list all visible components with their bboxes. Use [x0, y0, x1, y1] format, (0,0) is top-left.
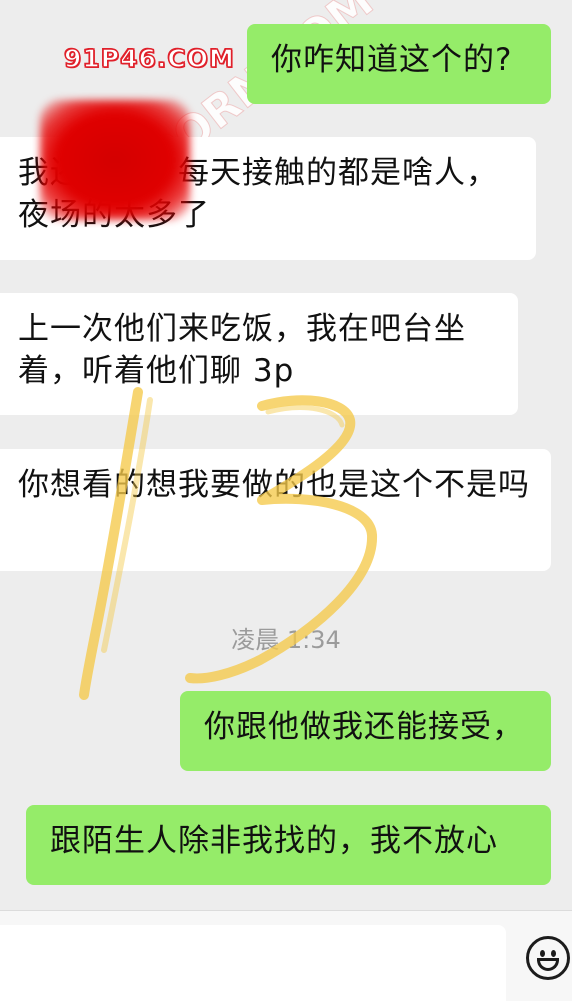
- outgoing-message-bubble[interactable]: 你跟他做我还能接受，: [180, 691, 551, 771]
- outgoing-message-bubble[interactable]: 你咋知道这个的?: [247, 24, 551, 104]
- emoji-mouth: [537, 958, 559, 971]
- emoji-eye: [551, 950, 556, 957]
- incoming-message-bubble[interactable]: 上一次他们来吃饭，我在吧台坐着，听着他们聊 3p: [0, 293, 518, 415]
- incoming-message-bubble[interactable]: 你想看的想我要做的也是这个不是吗: [0, 449, 551, 571]
- outgoing-message-bubble[interactable]: 跟陌生人除非我找的，我不放心: [26, 805, 551, 885]
- redaction-mark: [40, 100, 190, 220]
- message-input[interactable]: [0, 925, 506, 1001]
- site-watermark: 91P46.COM: [63, 43, 235, 74]
- emoji-eye: [540, 950, 545, 957]
- input-bar: [0, 910, 572, 1001]
- emoji-smile-icon[interactable]: [526, 936, 570, 980]
- message-timestamp: 凌晨 1:34: [231, 626, 341, 654]
